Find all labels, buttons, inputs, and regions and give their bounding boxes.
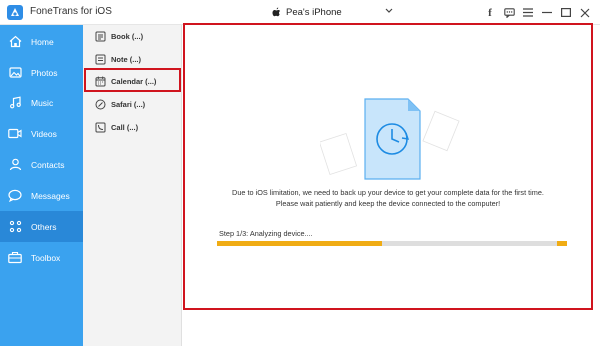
category-list: Book (...) Note (...) Calendar (...) Saf… <box>83 25 182 346</box>
nav-item-photos[interactable]: Photos <box>0 57 83 88</box>
sub-label-safari: Safari (...) <box>111 99 146 109</box>
contacts-icon <box>8 158 22 172</box>
nav-label-photos: Photos <box>31 67 58 78</box>
sub-label-call: Call (...) <box>111 122 139 132</box>
nav-item-messages[interactable]: Messages <box>0 180 83 211</box>
sub-item-safari[interactable]: Safari (...) <box>95 95 145 113</box>
device-name: Pea's iPhone <box>286 6 342 18</box>
sub-label-calendar: Calendar (...) <box>111 76 157 86</box>
sub-item-calendar[interactable]: Calendar (...) <box>95 72 156 90</box>
window-controls: f <box>480 4 594 21</box>
photos-icon <box>8 66 22 80</box>
backup-message-line2: Please wait patiently and keep the devic… <box>275 199 501 208</box>
close-icon[interactable] <box>576 4 594 21</box>
nav-label-others: Others <box>31 221 57 232</box>
others-icon <box>8 220 22 234</box>
sub-label-note: Note (...) <box>111 54 141 64</box>
device-selector[interactable]: Pea's iPhone <box>272 3 393 21</box>
nav-label-home: Home <box>31 36 54 47</box>
bottom-area <box>183 312 600 346</box>
app-logo-icon <box>7 5 23 20</box>
menu-icon[interactable] <box>519 4 537 21</box>
videos-icon <box>8 127 22 141</box>
home-icon <box>8 35 22 49</box>
note-icon <box>95 54 106 65</box>
nav-item-home[interactable]: Home <box>0 26 83 57</box>
sub-item-call[interactable]: Call (...) <box>95 118 138 136</box>
nav-item-toolbox[interactable]: Toolbox <box>0 242 83 273</box>
backup-message-line1: Due to iOS limitation, we need to back u… <box>232 188 544 197</box>
call-icon <box>95 122 106 133</box>
safari-icon <box>95 99 106 110</box>
backup-document-icon <box>320 98 460 180</box>
nav-label-toolbox: Toolbox <box>31 252 61 263</box>
apple-icon <box>272 7 281 17</box>
step-status-text: Step 1/3: Analyzing device.... <box>219 229 313 238</box>
sub-item-book[interactable]: Book (...) <box>95 27 143 45</box>
messages-icon <box>8 189 22 203</box>
progress-tail <box>557 241 567 246</box>
toolbox-icon <box>8 251 22 265</box>
progress-fill <box>217 241 382 246</box>
title-bar: FoneTrans for iOS Pea's iPhone f <box>0 0 600 25</box>
nav-label-videos: Videos <box>31 128 57 139</box>
progress-bar <box>217 241 567 246</box>
main-panel: Due to iOS limitation, we need to back u… <box>183 23 593 310</box>
nav-item-music[interactable]: Music <box>0 87 83 118</box>
calendar-icon <box>95 76 106 87</box>
book-icon <box>95 31 106 42</box>
backup-message: Due to iOS limitation, we need to back u… <box>185 187 591 209</box>
chat-icon[interactable] <box>500 4 518 21</box>
nav-label-contacts: Contacts <box>31 159 65 170</box>
facebook-icon[interactable]: f <box>481 4 499 21</box>
sub-item-note[interactable]: Note (...) <box>95 50 141 68</box>
sub-label-book: Book (...) <box>111 31 144 41</box>
nav-label-music: Music <box>31 97 54 108</box>
nav-label-messages: Messages <box>31 190 70 201</box>
nav-item-contacts[interactable]: Contacts <box>0 149 83 180</box>
maximize-icon[interactable] <box>557 4 575 21</box>
left-nav: Home Photos Music Videos Contacts Messag… <box>0 25 83 346</box>
music-icon <box>8 96 22 110</box>
minimize-icon[interactable] <box>538 4 556 21</box>
nav-item-videos[interactable]: Videos <box>0 118 83 149</box>
nav-item-others[interactable]: Others <box>0 211 83 242</box>
chevron-down-icon <box>385 8 393 13</box>
app-title: FoneTrans for iOS <box>30 6 112 17</box>
